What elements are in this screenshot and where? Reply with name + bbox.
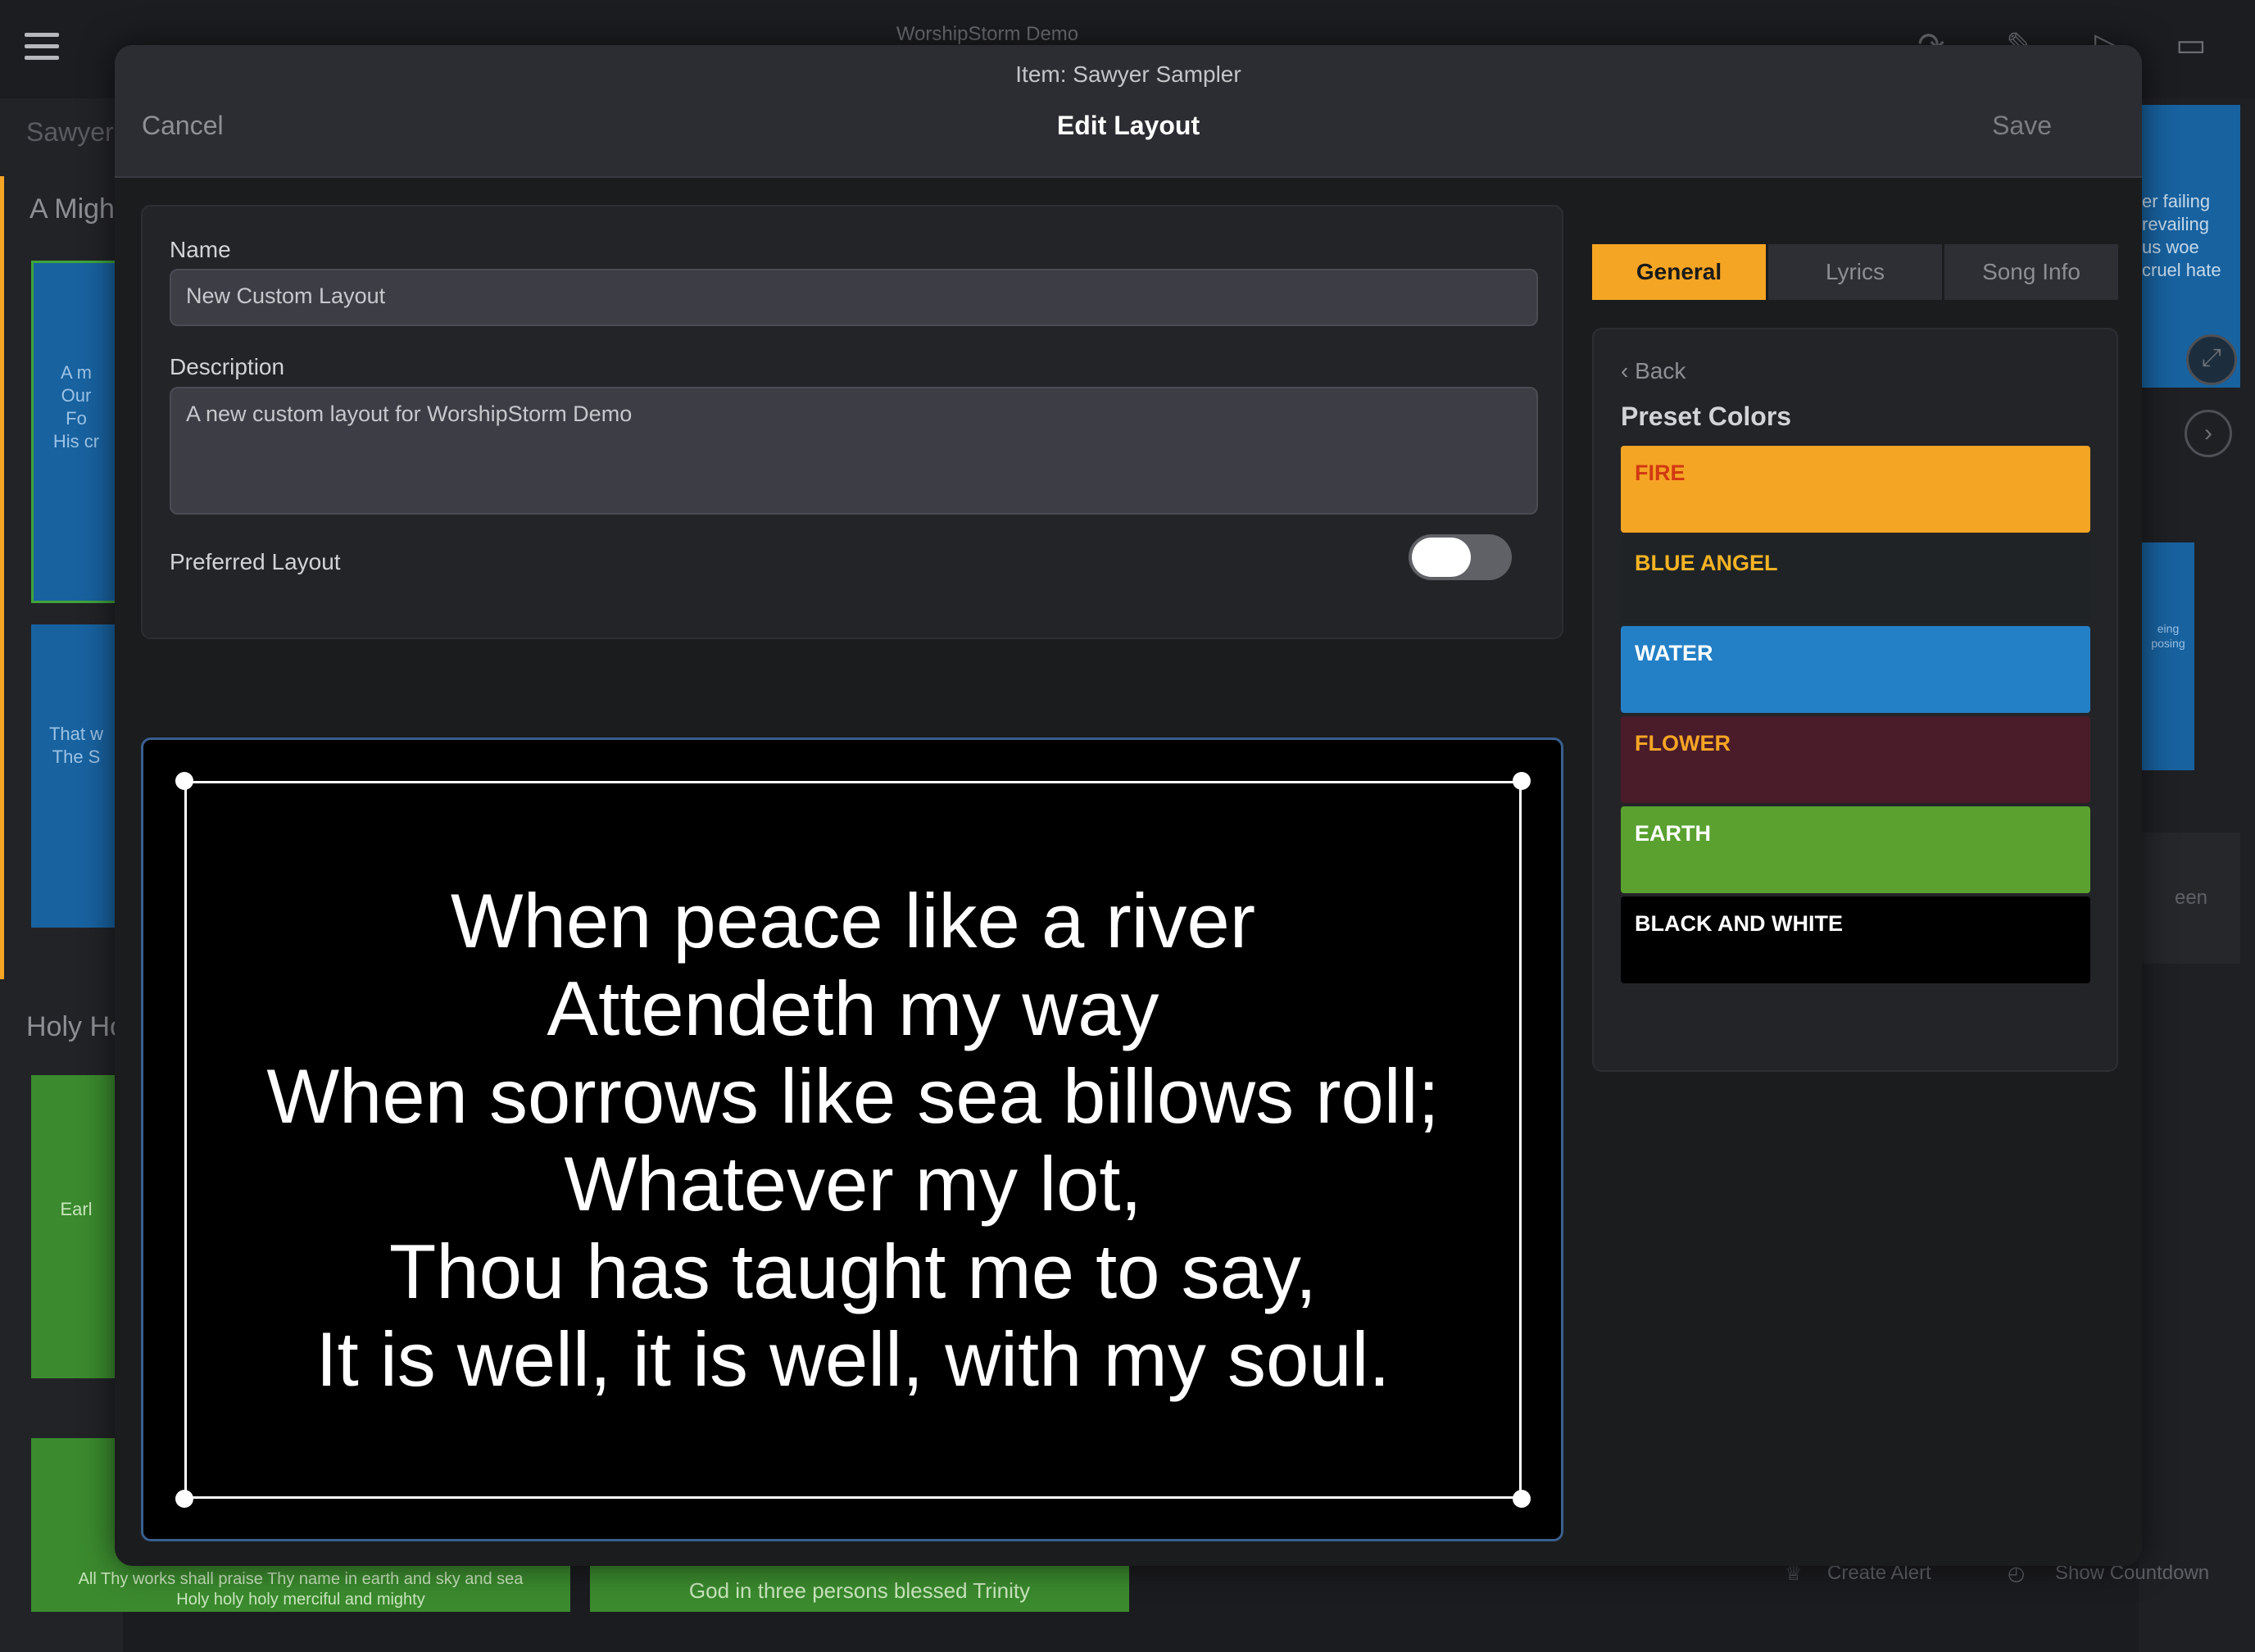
description-label: Description	[170, 354, 285, 379]
tab-song-info[interactable]: Song Info	[1944, 244, 2118, 300]
tab-general[interactable]: General	[1592, 244, 1766, 300]
lyrics-text: When peace like a river Attendeth my way…	[187, 783, 1519, 1496]
chevron-left-icon: ‹	[1621, 358, 1636, 384]
group-title-holy: Holy Ho	[26, 1011, 125, 1042]
preset-blue-angel[interactable]: BLUE ANGEL	[1621, 536, 2090, 623]
preset-fire[interactable]: FIRE	[1621, 446, 2090, 533]
modal-title: Edit Layout	[1056, 111, 1200, 140]
preset-black-and-white[interactable]: BLACK AND WHITE	[1621, 896, 2090, 983]
group-title-mighty: A Migh	[29, 193, 115, 225]
lyric-line: Whatever my lot,	[564, 1141, 1142, 1227]
expand-icon[interactable]: ⤢	[2186, 334, 2237, 385]
preset-colors-title: Preset Colors	[1621, 402, 1792, 431]
tab-lyrics[interactable]: Lyrics	[1768, 244, 1942, 300]
preset-earth[interactable]: EARTH	[1621, 806, 2090, 893]
description-field[interactable]: A new custom layout for WorshipStorm Dem…	[170, 387, 1538, 515]
lyric-line: It is well, it is well, with my soul.	[315, 1316, 1391, 1402]
active-indicator	[0, 176, 4, 979]
name-field[interactable]: New Custom Layout	[170, 269, 1538, 326]
preset-colors-panel: ‹ Back Preset Colors FIRE BLUE ANGEL WAT…	[1592, 328, 2118, 1072]
lyric-line: When sorrows like sea billows roll;	[266, 1053, 1440, 1139]
slide-thumbnail[interactable]: een	[2142, 833, 2240, 964]
preferred-layout-label: Preferred Layout	[170, 549, 341, 574]
slide-thumbnail[interactable]: Earl	[31, 1075, 121, 1378]
back-label: Back	[1635, 358, 1686, 384]
toggle-knob	[1412, 538, 1471, 577]
back-button[interactable]: ‹ Back	[1621, 358, 1686, 384]
layout-form: Name New Custom Layout Description A new…	[141, 205, 1563, 639]
settings-tabs: General Lyrics Song Info	[1592, 244, 2118, 300]
lyric-line: When peace like a river	[450, 878, 1256, 964]
slide-thumbnail[interactable]: eing posing	[2142, 542, 2194, 770]
edit-layout-modal: Item: Sawyer Sampler Edit Layout Cancel …	[115, 45, 2142, 1566]
save-button[interactable]: Save	[1992, 111, 2052, 141]
cancel-button[interactable]: Cancel	[142, 111, 224, 141]
sidebar-header: Sawyer	[26, 117, 114, 147]
next-icon[interactable]: ›	[2185, 410, 2232, 457]
app-title: WorshipStorm Demo	[896, 23, 1079, 45]
modal-header: Item: Sawyer Sampler Edit Layout Cancel …	[115, 45, 2142, 178]
screen-icon[interactable]: ▭	[2176, 26, 2207, 64]
item-label: Item: Sawyer Sampler	[1015, 61, 1241, 87]
lyric-line: Attendeth my way	[547, 965, 1159, 1051]
slide-thumbnail[interactable]: That w The S	[31, 624, 121, 928]
layout-preview[interactable]: When peace like a river Attendeth my way…	[141, 738, 1563, 1541]
preferred-layout-toggle[interactable]	[1409, 534, 1512, 580]
lyric-line: Thou has taught me to say,	[388, 1228, 1318, 1314]
slide-thumbnail[interactable]: A m Our Fo His cr	[31, 261, 121, 603]
preset-flower[interactable]: FLOWER	[1621, 716, 2090, 803]
preset-water[interactable]: WATER	[1621, 626, 2090, 713]
name-label: Name	[170, 237, 231, 262]
